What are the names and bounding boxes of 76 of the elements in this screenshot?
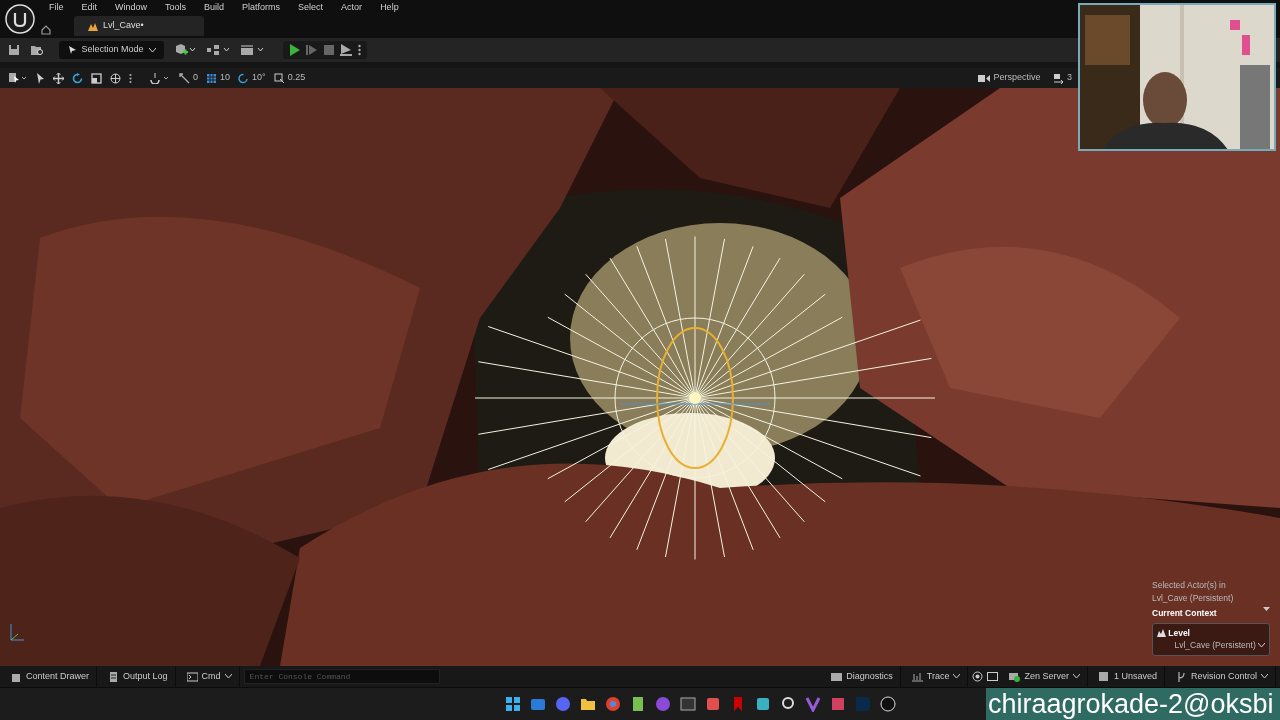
engine-logo[interactable]	[5, 4, 35, 34]
record-icon[interactable]	[972, 671, 984, 682]
globe-icon[interactable]	[110, 72, 121, 84]
status-button[interactable]: Diagnostics	[824, 665, 901, 688]
caret-icon	[1258, 643, 1265, 649]
status-button[interactable]: 1 Unsaved	[1091, 665, 1165, 688]
folder-search-icon[interactable]	[30, 44, 44, 56]
scale-icon[interactable]	[91, 72, 102, 84]
level-icon	[1157, 628, 1166, 637]
status-button[interactable]: Content Drawer	[4, 665, 98, 688]
caret-icon	[1261, 674, 1268, 679]
menu-item[interactable]: Build	[195, 1, 234, 15]
context-info: Selected Actor(s) in	[1152, 579, 1227, 592]
caret-icon	[953, 674, 961, 679]
caret-icon	[1072, 674, 1080, 679]
camera-speed-icon[interactable]	[1053, 72, 1064, 84]
menu-item[interactable]: Help	[371, 1, 408, 15]
step-icon[interactable]	[305, 44, 317, 56]
terminal-icon	[186, 671, 198, 682]
windows-icon[interactable]	[504, 696, 521, 712]
menu-item[interactable]: Tools	[156, 1, 196, 15]
level-selector[interactable]: Level Lvl_Cave (Persistent)	[1152, 622, 1270, 656]
menu-item[interactable]: Actor	[332, 1, 372, 15]
scale-snap-icon[interactable]	[273, 72, 285, 84]
launch-icon[interactable]	[339, 44, 352, 56]
menu-item[interactable]: Window	[106, 1, 157, 15]
select-icon[interactable]	[8, 72, 28, 84]
screenshot-icon[interactable]	[987, 671, 999, 682]
revision-icon	[1175, 671, 1187, 682]
snap-value[interactable]: 10°	[252, 71, 266, 85]
terminal-icon[interactable]	[679, 696, 696, 712]
log-icon	[108, 671, 120, 682]
mode-dropdown[interactable]: Selection Mode	[58, 41, 164, 59]
camera-speed[interactable]: 3	[1067, 71, 1072, 85]
status-button[interactable]: Revision Control	[1168, 665, 1276, 688]
level-tab[interactable]: Lvl_Cave•	[74, 16, 204, 36]
status-button[interactable]: Output Log	[101, 665, 176, 688]
view-mode-dropdown[interactable]: Perspective	[993, 71, 1041, 85]
overlay-text: chiraagrokade-2@oksbi	[986, 688, 1280, 720]
snap-value[interactable]: 10	[220, 71, 231, 85]
context-info: Lvl_Cave (Persistent)	[1152, 591, 1235, 605]
add-actor-icon[interactable]	[173, 44, 196, 56]
snap-value[interactable]: 0	[193, 71, 198, 85]
cursor-icon	[66, 45, 77, 55]
rotate-icon[interactable]	[72, 72, 83, 84]
home-icon[interactable]	[40, 24, 52, 36]
more-icon[interactable]	[357, 44, 361, 56]
camera-icon[interactable]	[978, 73, 991, 83]
console-input[interactable]: Enter Console Command	[243, 669, 440, 684]
trace-icon	[911, 671, 923, 682]
more-icon[interactable]	[129, 72, 132, 84]
status-button[interactable]: Zen Server	[1002, 665, 1088, 688]
level-label: Level	[1168, 626, 1190, 640]
level-icon	[88, 21, 98, 31]
caret-icon	[224, 674, 232, 679]
rotate-snap-icon[interactable]	[238, 72, 250, 84]
level-value: Lvl_Cave (Persistent)	[1174, 639, 1256, 652]
menu-item[interactable]: Edit	[72, 1, 107, 15]
menu-item[interactable]: Select	[289, 1, 333, 15]
play-icon[interactable]	[288, 44, 300, 56]
grid-snap-icon[interactable]	[206, 72, 217, 84]
caret-icon[interactable]	[1263, 606, 1270, 612]
pointer-icon[interactable]	[36, 72, 45, 84]
status-button[interactable]: Cmd	[179, 665, 240, 688]
snap-value[interactable]: 0.25	[287, 71, 306, 85]
context-heading: Current Context	[1152, 606, 1217, 620]
menu-item[interactable]: Platforms	[233, 1, 290, 15]
move-snap-icon[interactable]	[179, 72, 190, 84]
app-icon[interactable]	[754, 696, 771, 712]
menu-item[interactable]: File	[40, 1, 73, 15]
stop-icon[interactable]	[322, 44, 334, 56]
folder-icon[interactable]	[579, 696, 596, 712]
move-icon[interactable]	[53, 72, 64, 84]
save-icon[interactable]	[8, 44, 20, 56]
status-button[interactable]: Trace	[904, 665, 969, 688]
caret-icon	[148, 47, 156, 53]
